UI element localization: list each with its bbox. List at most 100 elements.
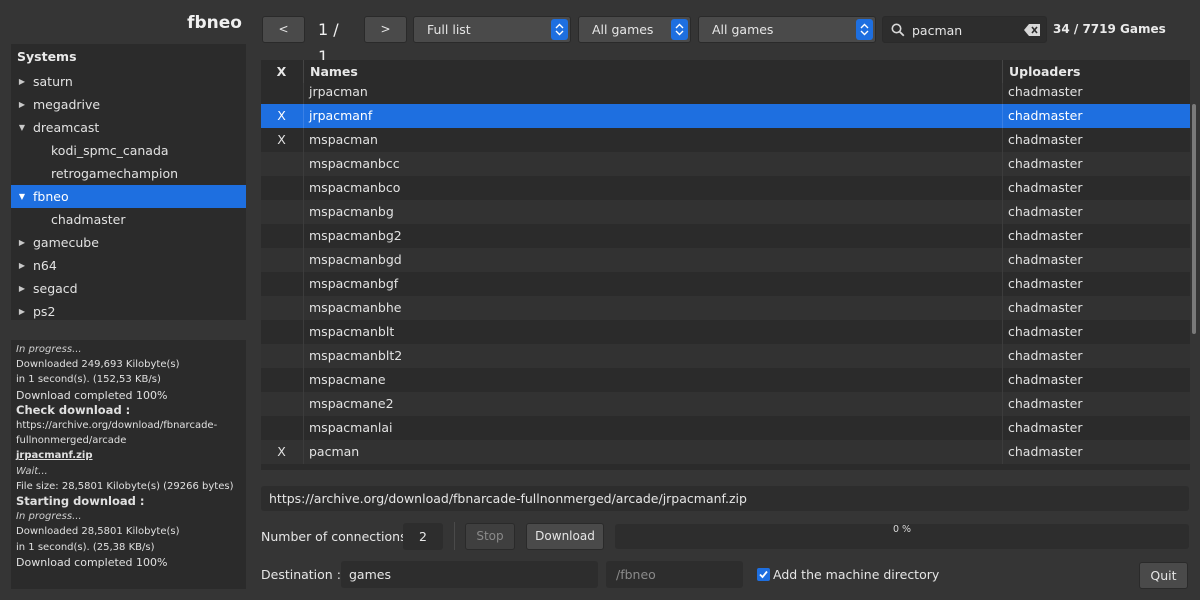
triangle-down-icon[interactable]: ▼ — [17, 185, 27, 208]
row-mark-cell — [261, 296, 302, 320]
systems-tree[interactable]: Systems ▶ saturn ▶ megadrive ▼ dreamcast kodi_… — [11, 44, 246, 320]
system-item[interactable]: ▶ megadrive — [11, 93, 246, 116]
column-header-names[interactable]: Names — [303, 60, 1002, 83]
table-row[interactable]: mspacmanbg chadmaster — [261, 200, 1190, 224]
row-name-cell: mspacmanbcc — [303, 152, 1002, 176]
row-name-cell: mspacmane — [303, 368, 1002, 392]
quit-button[interactable]: Quit — [1139, 562, 1188, 589]
system-item[interactable]: ▶ n64 — [11, 254, 246, 277]
connections-input[interactable]: 2 — [403, 523, 443, 550]
row-uploader-cell: chadmaster — [1002, 104, 1190, 128]
table-row[interactable]: mspacmanbg2 chadmaster — [261, 224, 1190, 248]
scrollbar-thumb[interactable] — [1192, 104, 1196, 334]
system-item-label: n64 — [33, 258, 57, 273]
log-panel: In progress... Downloaded 249,693 Kilobyt… — [11, 340, 246, 589]
system-item[interactable]: ▶ ps2 — [11, 300, 246, 323]
row-mark-cell — [261, 224, 302, 248]
table-row[interactable]: mspacmanlai chadmaster — [261, 416, 1190, 440]
list-filter-combo[interactable]: Full list — [413, 16, 571, 43]
log-line: Downloaded 28,5801 Kilobyte(s) — [16, 526, 180, 538]
table-row[interactable]: mspacmanblt chadmaster — [261, 320, 1190, 344]
system-item[interactable]: ▼ fbneo — [11, 185, 246, 208]
log-line: in 1 second(s). (152,53 KB/s) — [16, 374, 161, 386]
triangle-right-icon[interactable]: ▶ — [17, 254, 27, 277]
backspace-clear-icon[interactable] — [1024, 24, 1040, 39]
log-line: Download completed 100% — [16, 388, 168, 402]
table-row[interactable]: mspacmane2 chadmaster — [261, 392, 1190, 416]
triangle-right-icon[interactable]: ▶ — [17, 231, 27, 254]
destination-label: Destination : — [261, 567, 341, 582]
row-uploader-cell: chadmaster — [1002, 368, 1190, 392]
column-header-x[interactable]: X — [261, 60, 302, 83]
row-uploader-cell: chadmaster — [1002, 416, 1190, 440]
machine-dir-label[interactable]: Add the machine directory — [773, 564, 939, 586]
row-name-cell: jrpacman — [303, 80, 1002, 104]
triangle-right-icon[interactable]: ▶ — [17, 300, 27, 323]
system-item[interactable]: kodi_spmc_canada — [11, 139, 246, 162]
machine-dir-checkbox[interactable] — [757, 568, 770, 581]
table-scrollbar[interactable] — [1190, 60, 1198, 470]
stop-button[interactable]: Stop — [465, 523, 515, 550]
search-input[interactable] — [912, 21, 1022, 39]
destination-input[interactable]: games — [341, 561, 598, 588]
system-item-label: retrogamechampion — [51, 166, 179, 181]
row-uploader-cell: chadmaster — [1002, 248, 1190, 272]
table-row[interactable]: mspacmanbgd chadmaster — [261, 248, 1190, 272]
games-type-combo[interactable]: All games — [698, 16, 876, 43]
row-name-cell: mspacmanblt2 — [303, 344, 1002, 368]
table-header: X Names Uploaders — [261, 60, 1190, 83]
triangle-right-icon[interactable]: ▶ — [17, 277, 27, 300]
system-item[interactable]: retrogamechampion — [11, 162, 246, 185]
row-mark-cell — [261, 80, 302, 104]
row-name-cell: mspacmanbg2 — [303, 224, 1002, 248]
progress-text: 0 % — [892, 524, 912, 535]
triangle-right-icon[interactable]: ▶ — [17, 93, 27, 116]
system-item-label: segacd — [33, 281, 78, 296]
row-uploader-cell: chadmaster — [1002, 392, 1190, 416]
row-mark-cell — [261, 176, 302, 200]
system-item[interactable]: ▶ segacd — [11, 277, 246, 300]
table-row[interactable]: jrpacman chadmaster — [261, 80, 1190, 104]
table-row[interactable]: Xpacman chadmaster — [261, 440, 1190, 464]
table-row[interactable]: mspacmanbco chadmaster — [261, 176, 1190, 200]
search-box[interactable] — [882, 16, 1047, 43]
list-filter-value: Full list — [427, 22, 471, 37]
log-line: Downloaded 249,693 Kilobyte(s) — [16, 359, 180, 371]
system-item[interactable]: ▶ saturn — [11, 70, 246, 93]
subdirectory-input[interactable]: /fbneo — [606, 561, 743, 588]
log-line: In progress... — [16, 511, 82, 523]
download-button[interactable]: Download — [526, 523, 604, 550]
download-url-field[interactable]: https://archive.org/download/fbnarcade-f… — [261, 486, 1189, 511]
row-name-cell: mspacmanlai — [303, 416, 1002, 440]
row-uploader-cell: chadmaster — [1002, 80, 1190, 104]
triangle-right-icon[interactable]: ▶ — [17, 70, 27, 93]
row-uploader-cell: chadmaster — [1002, 224, 1190, 248]
system-item[interactable]: chadmaster — [11, 208, 246, 231]
table-row[interactable]: mspacmanbcc chadmaster — [261, 152, 1190, 176]
row-mark-cell: X — [277, 444, 286, 459]
download-progress-bar: 0 % — [615, 524, 1189, 549]
log-line: Starting download : — [16, 494, 145, 509]
search-icon — [891, 23, 905, 40]
games-filter-combo[interactable]: All games — [578, 16, 691, 43]
table-row[interactable]: mspacmane chadmaster — [261, 368, 1190, 392]
table-row[interactable]: Xmspacman chadmaster — [261, 128, 1190, 152]
column-header-uploaders[interactable]: Uploaders — [1002, 60, 1190, 83]
row-uploader-cell: chadmaster — [1002, 440, 1190, 464]
log-line[interactable]: jrpacmanf.zip — [16, 448, 241, 463]
row-mark-cell: X — [277, 108, 286, 123]
system-item[interactable]: ▼ dreamcast — [11, 116, 246, 139]
triangle-down-icon[interactable]: ▼ — [17, 116, 27, 139]
next-page-button[interactable]: > — [364, 16, 407, 43]
table-row[interactable]: mspacmanbhe chadmaster — [261, 296, 1190, 320]
table-row[interactable]: mspacmanblt2 chadmaster — [261, 344, 1190, 368]
systems-header: Systems — [17, 49, 77, 64]
system-item[interactable]: ▶ gamecube — [11, 231, 246, 254]
games-table[interactable]: jrpacman chadmaster Xjrpacmanf chadmaster Xm… — [261, 60, 1190, 470]
prev-page-button[interactable]: < — [262, 16, 305, 43]
table-row[interactable]: Xjrpacmanf chadmaster — [261, 104, 1190, 128]
row-uploader-cell: chadmaster — [1002, 200, 1190, 224]
row-mark-cell — [261, 272, 302, 296]
table-row[interactable]: mspacmanbgf chadmaster — [261, 272, 1190, 296]
log-line: File size: 28,5801 Kilobyte(s) (29266 by… — [16, 480, 234, 492]
